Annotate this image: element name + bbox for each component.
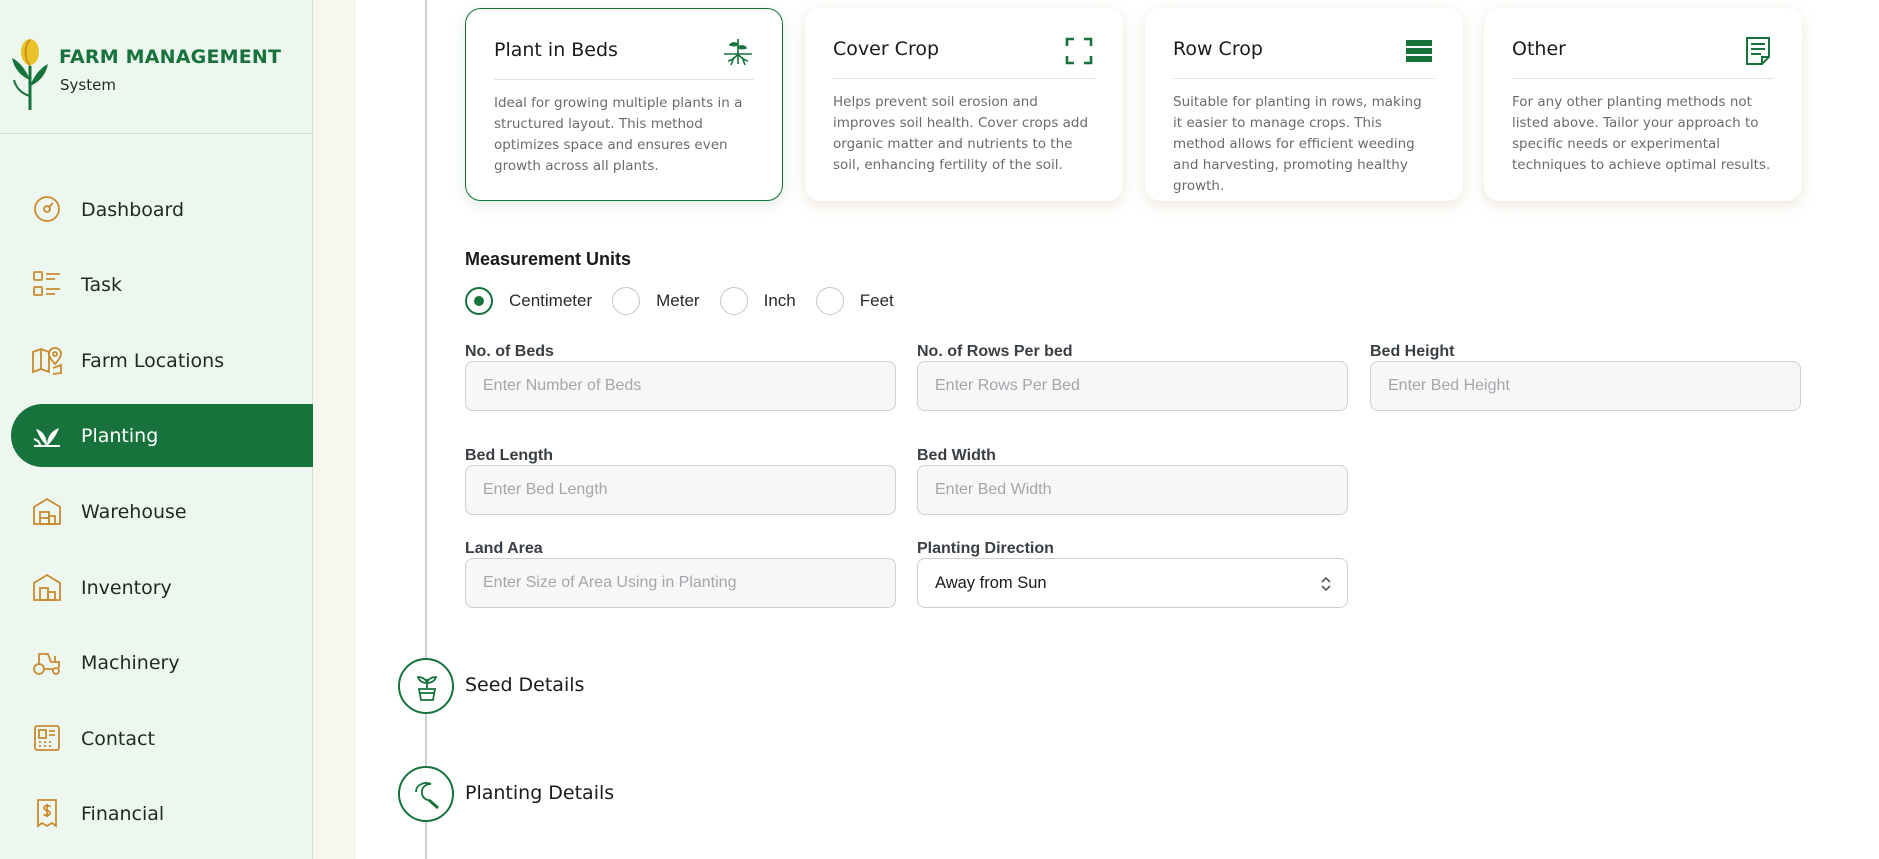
sprout-icon [33, 428, 60, 447]
sidebar-item-label: Dashboard [81, 198, 185, 221]
field-label: No. of Beds [465, 343, 554, 360]
document-icon [1746, 37, 1770, 65]
radio-feet[interactable]: Feet [815, 287, 894, 315]
brand: FARM MANAGEMENT System [0, 0, 313, 134]
brand-title: FARM MANAGEMENT [59, 46, 282, 68]
card-description: Helps prevent soil erosion and improves … [833, 94, 1089, 173]
sidebar-item-dashboard[interactable]: Dashboard [11, 178, 313, 241]
sidebar-item-task[interactable]: Task [11, 253, 313, 316]
farm-logo-icon [12, 39, 48, 110]
sidebar-item-financial[interactable]: Financial [11, 782, 313, 845]
step-planting-details-marker[interactable] [398, 766, 454, 822]
radio-label: Inch [763, 291, 796, 310]
warehouse-icon [33, 497, 61, 525]
sidebar: FARM MANAGEMENT System Dashboard Task Fa… [0, 0, 313, 859]
sidebar-item-warehouse[interactable]: Warehouse [11, 480, 313, 543]
field-label: Bed Height [1370, 343, 1455, 360]
sidebar-item-label: Inventory [81, 576, 172, 599]
radio-label: Centimeter [509, 291, 593, 310]
method-card-other[interactable]: Other For any other planting methods not… [1484, 8, 1802, 201]
sidebar-item-inventory[interactable]: Inventory [11, 556, 313, 619]
sidebar-item-machinery[interactable]: Machinery [11, 631, 313, 694]
field-label: Bed Width [917, 447, 996, 464]
card-divider [1512, 78, 1774, 79]
card-divider [1173, 78, 1435, 79]
field-no-of-beds: No. of Beds [465, 343, 896, 411]
radio-button[interactable] [612, 287, 641, 315]
sidebar-item-label: Farm Locations [81, 349, 225, 372]
card-title: Cover Crop [833, 38, 940, 60]
field-label: No. of Rows Per bed [917, 343, 1073, 360]
rows-icon [1406, 40, 1432, 62]
sidebar-item-label: Planting [81, 424, 159, 447]
field-bed-width: Bed Width [917, 447, 1348, 515]
card-divider [494, 79, 754, 80]
field-label: Bed Length [465, 447, 553, 464]
radio-meter[interactable]: Meter [612, 287, 700, 315]
inventory-icon [33, 573, 61, 601]
invoice-dollar-icon [37, 799, 57, 828]
card-divider [833, 78, 1095, 79]
bed-length-input[interactable] [465, 465, 896, 515]
card-description: For any other planting methods not liste… [1512, 94, 1771, 173]
sidebar-item-label: Task [81, 273, 123, 296]
measurement-units-label: Measurement Units [465, 249, 632, 269]
card-title: Plant in Beds [494, 39, 618, 61]
sickle-icon [415, 782, 439, 810]
map-pin-icon [32, 347, 62, 375]
radio-label: Feet [859, 291, 894, 310]
bed-height-input[interactable] [1370, 361, 1801, 411]
contact-icon [34, 725, 60, 751]
field-bed-length: Bed Length [465, 447, 896, 515]
method-card-plant-in-beds[interactable]: Plant in Beds Ideal for growing multiple… [465, 8, 783, 201]
card-title: Row Crop [1173, 38, 1263, 60]
sidebar-item-contact[interactable]: Contact [11, 707, 313, 770]
radio-centimeter[interactable]: Centimeter [465, 287, 592, 315]
chevron-up-down-icon [1321, 576, 1331, 592]
seedling-pot-icon [416, 676, 438, 701]
radio-label: Meter [656, 291, 700, 310]
expand-frame-icon [1065, 37, 1093, 65]
method-card-cover-crop[interactable]: Cover Crop Helps prevent soil erosion an… [805, 8, 1123, 201]
card-description: Ideal for growing multiple plants in a s… [494, 95, 743, 174]
app-root: FARM MANAGEMENT System Dashboard Task Fa… [0, 0, 1879, 859]
field-planting-direction: Planting Direction Away from Sun [917, 540, 1348, 608]
step-seed-details-marker[interactable] [398, 658, 454, 714]
measurement-units-radio-group: Centimeter Meter Inch Feet [465, 287, 914, 315]
tractor-icon [33, 653, 60, 675]
sidebar-item-farm-locations[interactable]: Farm Locations [11, 329, 313, 392]
field-label: Planting Direction [917, 540, 1054, 557]
card-title: Other [1512, 38, 1566, 60]
card-description: Suitable for planting in rows, making it… [1173, 94, 1422, 194]
field-bed-height: Bed Height [1370, 343, 1801, 411]
planting-direction-select[interactable]: Away from Sun [917, 558, 1348, 608]
step-planting-details-label[interactable]: Planting Details [465, 782, 614, 804]
radio-inch[interactable]: Inch [719, 287, 796, 315]
sidebar-item-label: Warehouse [81, 500, 187, 523]
select-value: Away from Sun [935, 573, 1047, 592]
field-land-area: Land Area [465, 540, 896, 608]
bed-width-input[interactable] [917, 465, 1348, 515]
method-card-row-crop[interactable]: Row Crop Suitable for planting in rows, … [1145, 8, 1463, 201]
plant-roots-icon [724, 39, 752, 66]
sidebar-item-label: Financial [81, 802, 165, 825]
radio-button-checked[interactable] [465, 287, 493, 315]
task-list-icon [33, 271, 60, 296]
brand-subtitle: System [60, 76, 116, 94]
radio-button[interactable] [815, 287, 844, 315]
field-rows-per-bed: No. of Rows Per bed [917, 343, 1348, 411]
sidebar-item-planting[interactable]: Planting [11, 404, 313, 467]
sidebar-item-label: Machinery [81, 651, 180, 674]
land-area-input[interactable] [465, 558, 896, 608]
step-seed-details-label[interactable]: Seed Details [465, 674, 584, 696]
gauge-icon [34, 196, 60, 222]
field-label: Land Area [465, 540, 543, 557]
sidebar-item-label: Contact [81, 727, 155, 750]
no-of-beds-input[interactable] [465, 361, 896, 411]
radio-button[interactable] [719, 287, 748, 315]
timeline-line [425, 0, 427, 859]
rows-per-bed-input[interactable] [917, 361, 1348, 411]
